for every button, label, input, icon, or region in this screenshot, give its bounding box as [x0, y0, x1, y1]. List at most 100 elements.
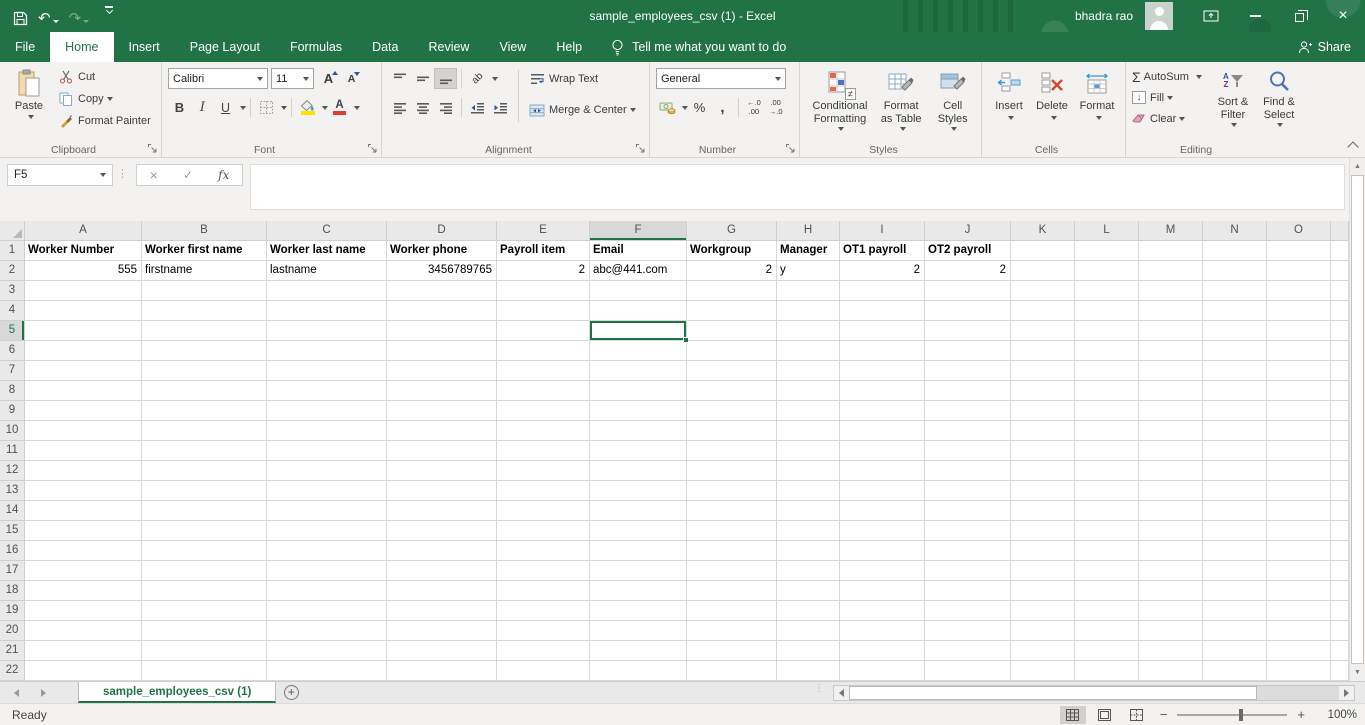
cell-O1[interactable] [1267, 241, 1331, 261]
cell-L19[interactable] [1075, 601, 1139, 621]
cell-K1[interactable] [1011, 241, 1075, 261]
cell-K10[interactable] [1011, 421, 1075, 441]
accounting-format-button[interactable] [656, 97, 679, 118]
cell-O19[interactable] [1267, 601, 1331, 621]
number-dialog-launcher[interactable] [785, 143, 796, 154]
cell-I10[interactable] [840, 421, 925, 441]
cell-M4[interactable] [1139, 301, 1203, 321]
minimize-button[interactable] [1233, 0, 1277, 32]
cell-I9[interactable] [840, 401, 925, 421]
previous-sheet-button[interactable] [14, 689, 19, 697]
cell-D1[interactable]: Worker phone [387, 241, 497, 261]
cell-D16[interactable] [387, 541, 497, 561]
cell-L1[interactable] [1075, 241, 1139, 261]
cell-H17[interactable] [777, 561, 840, 581]
cell-A2[interactable]: 555 [25, 261, 142, 281]
cell-J18[interactable] [925, 581, 1011, 601]
cell-H10[interactable] [777, 421, 840, 441]
cell-H11[interactable] [777, 441, 840, 461]
cell-F19[interactable] [590, 601, 687, 621]
cell-F1[interactable]: Email [590, 241, 687, 261]
cell-C15[interactable] [267, 521, 387, 541]
cell-N6[interactable] [1203, 341, 1267, 361]
cell-J16[interactable] [925, 541, 1011, 561]
copy-button[interactable]: Copy [54, 88, 154, 110]
cell-I14[interactable] [840, 501, 925, 521]
cell-K19[interactable] [1011, 601, 1075, 621]
cell-L6[interactable] [1075, 341, 1139, 361]
cell-B10[interactable] [142, 421, 267, 441]
avatar[interactable] [1145, 2, 1173, 30]
cell-overflow-9[interactable] [1331, 401, 1349, 421]
column-header-B[interactable]: B [142, 221, 267, 241]
cell-L12[interactable] [1075, 461, 1139, 481]
cell-K11[interactable] [1011, 441, 1075, 461]
cell-E3[interactable] [497, 281, 590, 301]
middle-align-button[interactable] [411, 68, 434, 89]
cell-G19[interactable] [687, 601, 777, 621]
cell-H9[interactable] [777, 401, 840, 421]
cell-A19[interactable] [25, 601, 142, 621]
cell-N13[interactable] [1203, 481, 1267, 501]
cell-I13[interactable] [840, 481, 925, 501]
paste-button[interactable]: Paste [6, 66, 52, 132]
cell-overflow-3[interactable] [1331, 281, 1349, 301]
cell-K14[interactable] [1011, 501, 1075, 521]
vertical-scroll-thumb[interactable] [1351, 175, 1364, 664]
cell-L3[interactable] [1075, 281, 1139, 301]
row-header-5[interactable]: 5 [0, 321, 25, 341]
cell-F6[interactable] [590, 341, 687, 361]
row-header-8[interactable]: 8 [0, 381, 25, 401]
cell-M3[interactable] [1139, 281, 1203, 301]
cell-M18[interactable] [1139, 581, 1203, 601]
save-button[interactable] [8, 3, 33, 29]
cell-C17[interactable] [267, 561, 387, 581]
row-header-10[interactable]: 10 [0, 421, 25, 441]
cell-N9[interactable] [1203, 401, 1267, 421]
cell-A14[interactable] [25, 501, 142, 521]
cell-C11[interactable] [267, 441, 387, 461]
cell-overflow-4[interactable] [1331, 301, 1349, 321]
cell-M7[interactable] [1139, 361, 1203, 381]
cell-I17[interactable] [840, 561, 925, 581]
cell-O4[interactable] [1267, 301, 1331, 321]
cell-G5[interactable] [687, 321, 777, 341]
cell-O5[interactable] [1267, 321, 1331, 341]
cell-A11[interactable] [25, 441, 142, 461]
cell-C12[interactable] [267, 461, 387, 481]
cell-D19[interactable] [387, 601, 497, 621]
cell-H20[interactable] [777, 621, 840, 641]
cell-O14[interactable] [1267, 501, 1331, 521]
row-header-2[interactable]: 2 [0, 261, 25, 281]
cell-N17[interactable] [1203, 561, 1267, 581]
cell-C1[interactable]: Worker last name [267, 241, 387, 261]
cell-N16[interactable] [1203, 541, 1267, 561]
cell-G17[interactable] [687, 561, 777, 581]
cell-B3[interactable] [142, 281, 267, 301]
cell-J12[interactable] [925, 461, 1011, 481]
number-format-select[interactable]: General [656, 68, 786, 89]
cell-H5[interactable] [777, 321, 840, 341]
fill-color-button[interactable] [296, 97, 319, 118]
row-header-19[interactable]: 19 [0, 601, 25, 621]
cell-M1[interactable] [1139, 241, 1203, 261]
cell-I3[interactable] [840, 281, 925, 301]
cell-L11[interactable] [1075, 441, 1139, 461]
cell-I2[interactable]: 2 [840, 261, 925, 281]
cell-overflow-13[interactable] [1331, 481, 1349, 501]
tab-insert[interactable]: Insert [114, 32, 175, 62]
align-right-button[interactable] [434, 97, 457, 118]
cell-K9[interactable] [1011, 401, 1075, 421]
cell-N19[interactable] [1203, 601, 1267, 621]
cell-I20[interactable] [840, 621, 925, 641]
cell-G3[interactable] [687, 281, 777, 301]
cell-B20[interactable] [142, 621, 267, 641]
cell-M17[interactable] [1139, 561, 1203, 581]
column-header-J[interactable]: J [925, 221, 1011, 241]
column-header-H[interactable]: H [777, 221, 840, 241]
cell-C16[interactable] [267, 541, 387, 561]
cell-K22[interactable] [1011, 661, 1075, 681]
cell-overflow-17[interactable] [1331, 561, 1349, 581]
cell-O22[interactable] [1267, 661, 1331, 681]
cell-B9[interactable] [142, 401, 267, 421]
